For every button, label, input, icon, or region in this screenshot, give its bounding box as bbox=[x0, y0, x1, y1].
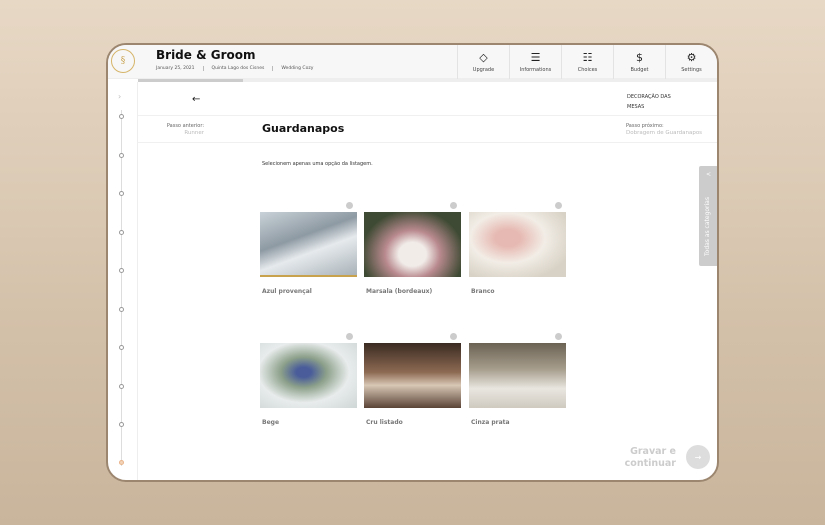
option-radio[interactable] bbox=[555, 333, 562, 340]
save-continue-button[interactable]: → bbox=[686, 445, 710, 469]
step-dot[interactable] bbox=[119, 307, 124, 312]
divider bbox=[138, 115, 717, 116]
back-arrow-icon[interactable]: ← bbox=[192, 94, 200, 105]
option-label: Branco bbox=[471, 288, 495, 295]
header: § Bride & Groom January 25, 2021 Quinta … bbox=[108, 45, 717, 79]
step-dot-current[interactable] bbox=[119, 460, 124, 465]
step-dot[interactable] bbox=[119, 268, 124, 273]
option-card[interactable]: Marsala (bordeaux) bbox=[364, 202, 461, 295]
option-radio[interactable] bbox=[450, 202, 457, 209]
option-card[interactable]: Bege bbox=[260, 333, 357, 426]
all-categories-tab[interactable]: < Todas as categorias bbox=[699, 166, 717, 266]
nav-choices[interactable]: ☷ Choices bbox=[561, 45, 613, 79]
rail-line bbox=[121, 110, 122, 466]
event-meta: January 25, 2021 Quinta Lago dos Cisnes … bbox=[156, 66, 329, 71]
step-rail: › bbox=[108, 82, 138, 480]
diamond-icon: ◇ bbox=[479, 51, 488, 64]
arrow-right-icon: → bbox=[694, 452, 702, 462]
page-title: Guardanapos bbox=[262, 122, 345, 135]
option-radio[interactable] bbox=[450, 333, 457, 340]
step-dot[interactable] bbox=[119, 153, 124, 158]
option-card[interactable]: Branco bbox=[469, 202, 566, 295]
next-category: DECORAÇÃO DAS MESAS bbox=[627, 94, 671, 110]
option-image bbox=[260, 343, 357, 408]
option-label: Bege bbox=[262, 419, 280, 426]
option-image bbox=[469, 212, 566, 277]
prev-step-label: Passo anterior: bbox=[166, 123, 204, 129]
option-image bbox=[469, 343, 566, 408]
step-dot[interactable] bbox=[119, 114, 124, 119]
nav-settings[interactable]: ⚙ Settings bbox=[665, 45, 717, 79]
nav-label: Choices bbox=[577, 67, 598, 73]
step-dot[interactable] bbox=[119, 384, 124, 389]
all-categories-label: Todas as categorias bbox=[704, 197, 711, 256]
nav-label: Settings bbox=[681, 67, 702, 73]
option-image bbox=[364, 343, 461, 408]
progress-fill bbox=[138, 79, 243, 82]
option-radio[interactable] bbox=[555, 202, 562, 209]
event-company: Wedding Cozy bbox=[281, 66, 314, 71]
prev-step-link[interactable]: Runner bbox=[166, 130, 204, 136]
step-dot[interactable] bbox=[119, 191, 124, 196]
option-image bbox=[364, 212, 461, 277]
option-image bbox=[260, 212, 357, 277]
top-nav: ◇ Upgrade ☰ Informations ☷ Choices $ Budget … bbox=[457, 45, 717, 79]
nav-informations[interactable]: ☰ Informations bbox=[509, 45, 561, 79]
option-label: Cinza prata bbox=[471, 419, 510, 426]
logo: § bbox=[111, 49, 135, 73]
option-card[interactable]: Azul provençal bbox=[260, 202, 357, 295]
nav-upgrade[interactable]: ◇ Upgrade bbox=[457, 45, 509, 79]
step-dot[interactable] bbox=[119, 345, 124, 350]
next-step-link[interactable]: Dobragem de Guardanapos bbox=[626, 130, 702, 136]
option-radio[interactable] bbox=[346, 202, 353, 209]
option-card[interactable]: Cru listado bbox=[364, 333, 461, 426]
chevron-left-icon: < bbox=[706, 171, 712, 178]
couple-title: Bride & Groom bbox=[156, 48, 256, 62]
lines-icon: ☰ bbox=[530, 51, 541, 64]
nav-label: Budget bbox=[630, 67, 649, 73]
checklist-icon: ☷ bbox=[582, 51, 593, 64]
divider bbox=[138, 142, 717, 143]
event-venue: Quinta Lago dos Cisnes bbox=[212, 66, 274, 71]
event-date: January 25, 2021 bbox=[156, 66, 204, 71]
instruction-text: Selecionem apenas uma opção da listagem. bbox=[262, 161, 373, 167]
nav-budget[interactable]: $ Budget bbox=[613, 45, 665, 79]
progress-bar bbox=[138, 79, 717, 82]
sliders-icon: ⚙ bbox=[686, 51, 697, 64]
chevron-right-icon[interactable]: › bbox=[118, 92, 121, 101]
step-dot[interactable] bbox=[119, 230, 124, 235]
nav-label: Upgrade bbox=[472, 67, 495, 73]
save-continue-label[interactable]: Gravar e continuar bbox=[608, 446, 676, 470]
app-window: § Bride & Groom January 25, 2021 Quinta … bbox=[106, 43, 719, 482]
dollar-icon: $ bbox=[636, 51, 643, 64]
nav-label: Informations bbox=[519, 67, 552, 73]
option-radio[interactable] bbox=[346, 333, 353, 340]
step-dot[interactable] bbox=[119, 422, 124, 427]
option-label: Marsala (bordeaux) bbox=[366, 288, 433, 295]
option-label: Azul provençal bbox=[262, 288, 312, 295]
next-step-label: Passo próximo: bbox=[626, 123, 664, 129]
option-label: Cru listado bbox=[366, 419, 403, 426]
option-card[interactable]: Cinza prata bbox=[469, 333, 566, 426]
